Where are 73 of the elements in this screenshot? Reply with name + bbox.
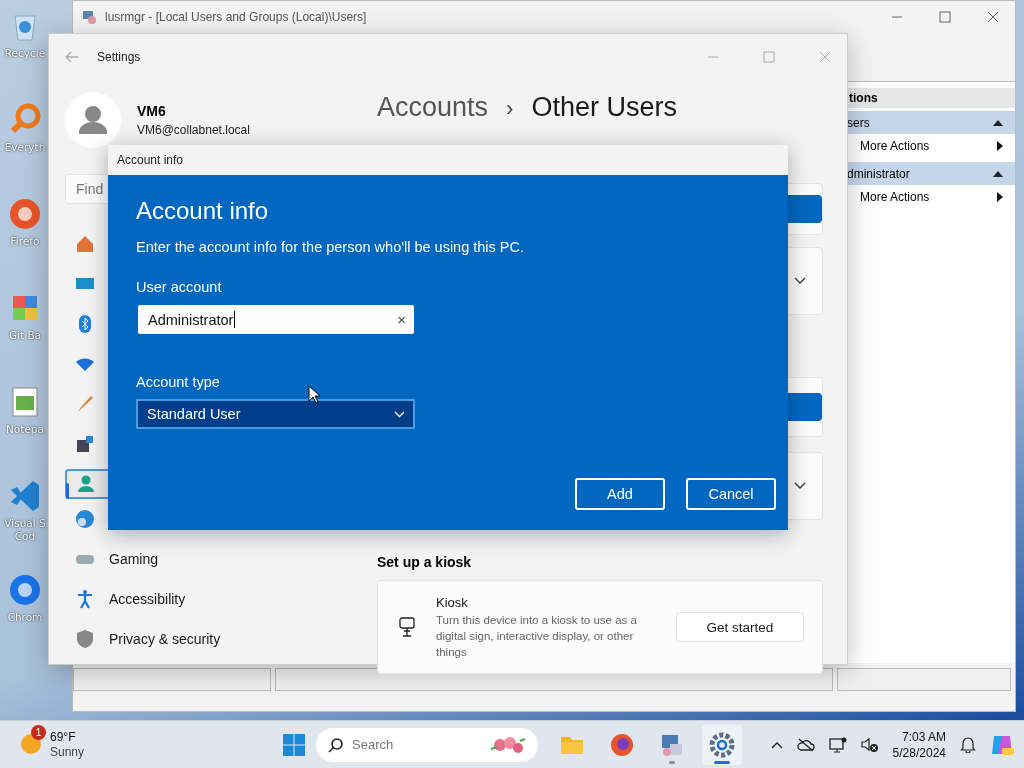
weather-condition: Sunny [50,744,85,760]
submenu-arrow-icon [997,141,1003,151]
nav-item[interactable]: Accessibility [65,579,186,619]
section-title: Set up a kiosk [377,554,473,570]
dialog-button[interactable]: Cancel [686,478,776,510]
taskbar-search-bar[interactable]: Search [316,727,538,762]
page-title: Other Users [531,92,677,123]
mouse-cursor-icon [308,385,320,404]
accounts-icon [76,474,96,494]
chevron-down-icon[interactable] [794,277,806,285]
dialog-heading: Account info [136,197,270,226]
field-label: User account [136,279,223,297]
action-item[interactable]: More Actions [847,134,1015,158]
desktop-icon-label: Everyth [3,141,47,154]
desktop-icon-label: Git Ba [7,329,43,342]
breadcrumb-separator: › [506,96,514,122]
account-type-dropdown[interactable]: Standard User [136,399,415,429]
window-title: Settings [97,50,141,64]
chevron-down-icon[interactable] [794,482,806,490]
desktop-icon-label: Visual S Cod [3,517,47,543]
user-name: VM6 [137,103,167,119]
chevron-up-icon[interactable] [770,740,783,749]
bell-icon[interactable] [960,736,976,753]
window-title: lusrmgr - [Local Users and Groups (Local)\Users] [105,10,367,24]
submenu-arrow-icon [997,192,1003,202]
user-avatar-icon [65,92,121,148]
back-arrow-icon[interactable] [65,51,79,63]
apps-icon [75,434,95,454]
user-email: VM6@collabnet.local [137,123,250,137]
search-icon [328,736,344,753]
flowers-icon [490,734,526,755]
kiosk-title: Kiosk [436,594,469,610]
copilot-icon[interactable] [990,733,1014,756]
collapse-icon[interactable] [993,119,1003,126]
time-icon [75,509,95,529]
nav-item[interactable]: Gaming [65,539,159,579]
privacy-icon [75,629,95,649]
dialog-text: Enter the account info for the person who'll be using this PC. [136,239,526,257]
taskbar-app-button[interactable] [702,724,742,765]
dialog-title: Account info [117,153,184,167]
user-account-field[interactable]: Administrator × [138,305,414,334]
action-item[interactable]: More Actions [847,185,1015,209]
taskbar-search-input[interactable]: Search [350,736,484,753]
home-icon [75,234,95,254]
actions-group-header[interactable]: dministrator [847,162,1015,185]
desktop-icon-label: Firefo [9,235,41,248]
actions-header: tions [847,88,1015,108]
clock[interactable]: 7:03 AM 5/28/2024 [892,728,946,761]
close-icon[interactable] [987,11,999,23]
dialog-button[interactable]: Add [575,478,665,510]
get-started-button[interactable]: Get started [676,612,804,642]
kiosk-description: Turn this device into a kiosk to use as a digital sign, interactive display, or other things [436,612,638,660]
collapse-icon[interactable] [993,170,1003,177]
maximize-icon[interactable] [939,11,951,23]
network-icon[interactable] [828,736,847,753]
field-label: Account type [136,374,221,392]
desktop-icon-label: Notepa [5,423,45,436]
cloud-off-icon[interactable] [796,737,815,752]
chevron-down-icon [394,410,405,418]
breadcrumb-link[interactable]: Accounts [377,92,489,123]
start-icon[interactable] [282,732,306,757]
notification-badge: 1 [31,724,46,740]
temperature: 69°F [50,729,77,745]
accessibility-icon [75,589,95,609]
volume-muted-icon[interactable] [860,736,879,753]
desktop-icon-label: Recycle [3,47,47,60]
nav-item[interactable]: Privacy & security [65,619,221,659]
actions-group-header[interactable]: sers [847,111,1015,134]
settings-icon [709,731,735,758]
kiosk-icon [398,617,416,637]
maximize-icon[interactable] [763,51,775,63]
desktop-icon-label: Chrom [6,611,44,624]
personalization-icon [75,394,95,414]
